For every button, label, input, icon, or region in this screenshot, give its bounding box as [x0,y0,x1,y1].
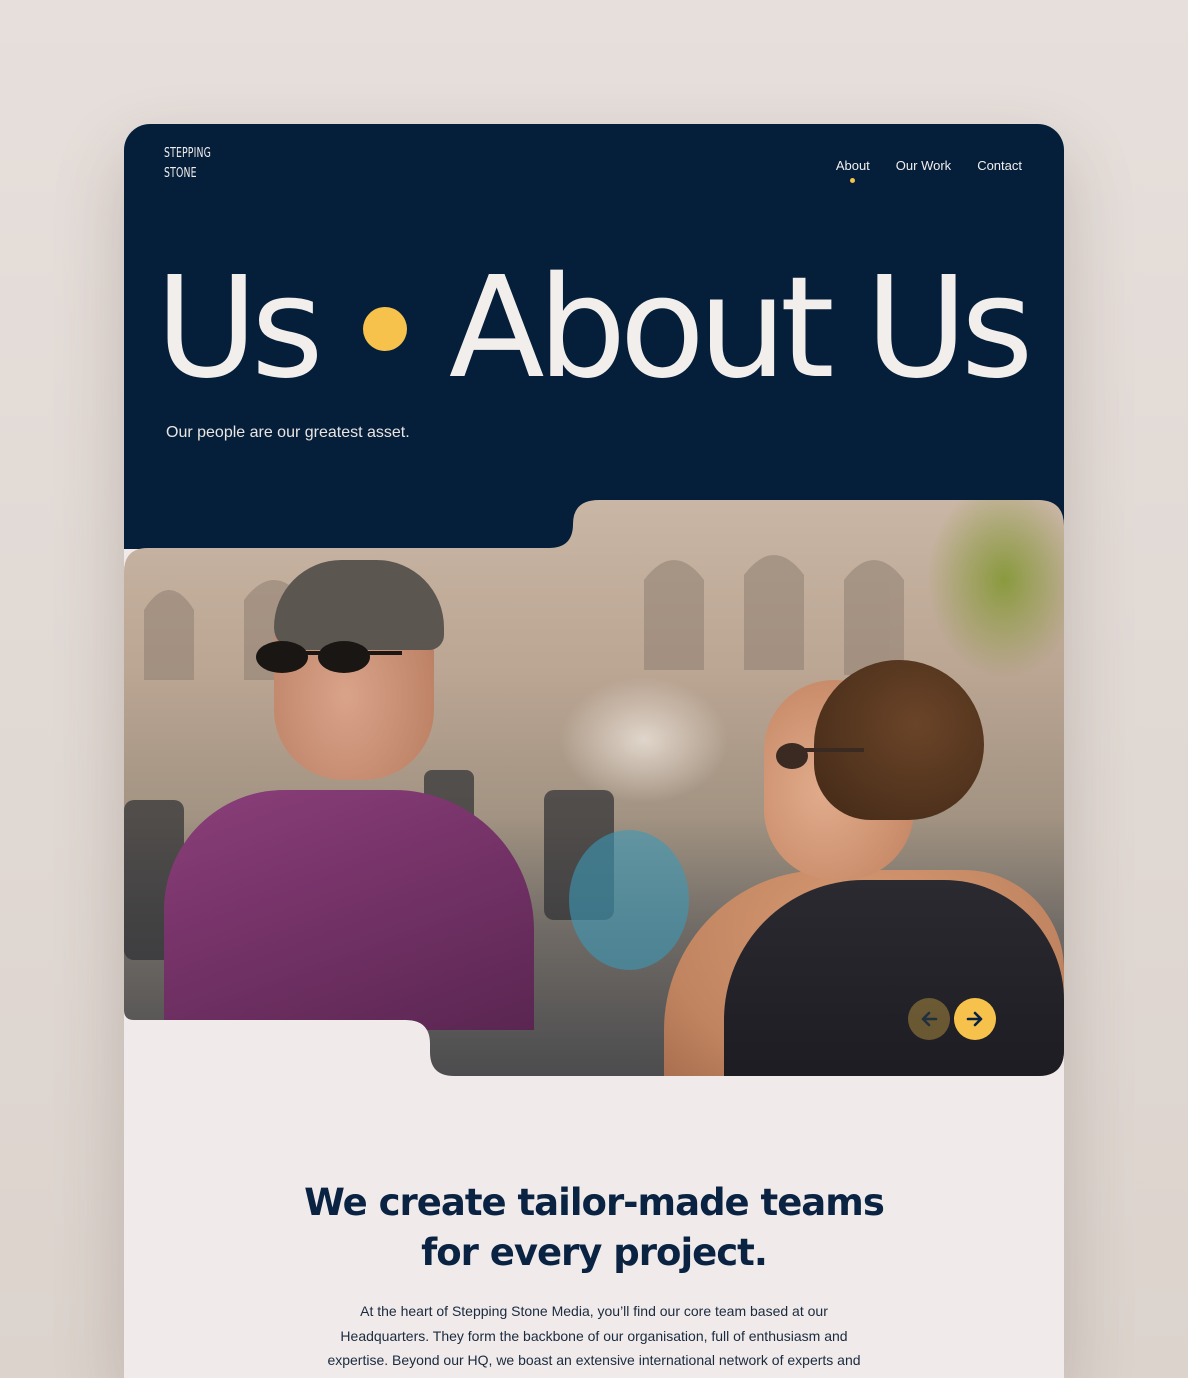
carousel-next-button[interactable] [954,998,996,1040]
page-card: STEPPING STONE About Our Work Contact t … [124,124,1064,1378]
stepping-stone-logo[interactable]: STEPPING STONE [164,144,212,184]
arrow-left-icon [921,1011,938,1027]
logo-text-line2: STONE [164,166,197,181]
nav-item-our-work[interactable]: Our Work [896,158,951,173]
main-nav: About Our Work Contact [836,158,1022,183]
man-shirt [164,790,534,1030]
sunglasses-icon [252,637,402,675]
carousel-controls [908,998,996,1040]
headline-line1: We create tailor-made teams [304,1181,885,1224]
section-headline: We create tailor-made teams for every pr… [124,1178,1064,1278]
logo-text-line1: STEPPING [164,146,212,161]
arrow-right-icon [966,1011,983,1027]
headline-line2: for every project. [421,1231,768,1274]
marquee-text-right: About Us [448,247,1034,410]
team-photo-carousel [124,500,1064,1076]
marquee-dot [362,307,407,351]
marquee-text-left: t Us [124,247,324,410]
nav-item-contact[interactable]: Contact [977,158,1022,173]
team-photo [124,500,1064,1076]
intro-paragraph: At the heart of Stepping Stone Media, yo… [327,1303,861,1368]
hero-tagline: Our people are our greatest asset. [166,424,410,441]
about-us-marquee: t Us About Us [124,259,1034,399]
woman-sunglasses-icon [774,740,864,770]
carousel-prev-button[interactable] [908,998,950,1040]
nav-item-about[interactable]: About [836,158,870,183]
